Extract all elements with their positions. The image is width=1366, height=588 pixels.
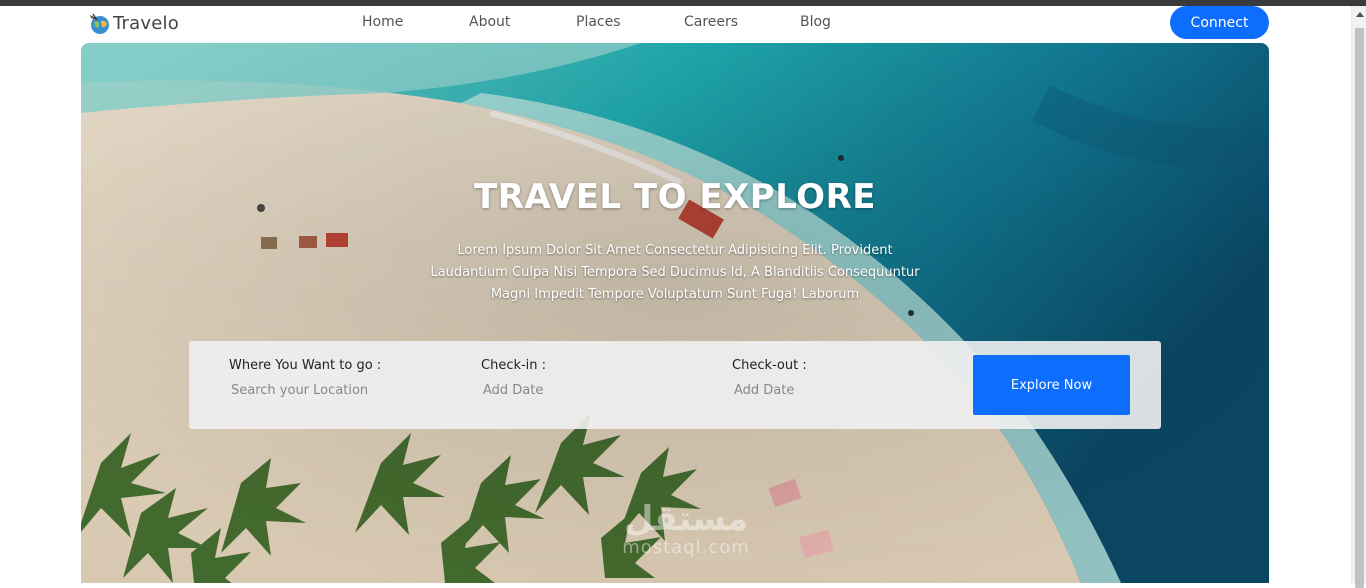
scroll-thumb[interactable] [1355,28,1364,588]
page-scrollbar[interactable] [1351,6,1366,588]
nav-places[interactable]: Places [576,14,621,30]
explore-now-button[interactable]: Explore Now [973,355,1130,415]
location-field: Where You Want to go : [229,358,429,401]
watermark-latin: mostaql.com [622,537,750,558]
scroll-up-arrow-icon[interactable] [1356,12,1364,17]
nav-careers[interactable]: Careers [684,14,738,30]
nav-home[interactable]: Home [362,14,403,30]
hero-description: Lorem Ipsum Dolor Sit Amet Consectetur A… [430,243,920,302]
checkout-field: Check-out : [732,358,932,401]
connect-button[interactable]: Connect [1170,6,1269,39]
checkout-input[interactable] [732,379,932,401]
search-panel: Where You Want to go : Check-in : Check-… [189,341,1161,429]
hero-title: TRAVEL TO EXPLORE [474,177,876,217]
checkout-label: Check-out : [732,358,807,373]
globe-plane-icon [88,11,112,35]
top-navbar: Travelo Home About Places Careers Blog C… [0,6,1351,42]
watermark-arabic: مستقل [623,499,749,539]
brand[interactable]: Travelo [88,11,179,35]
checkin-field: Check-in : [481,358,681,401]
watermark: مستقل mostaql.com [606,501,766,558]
hero-section: TRAVEL TO EXPLORE Lorem Ipsum Dolor Sit … [81,43,1269,583]
checkin-input[interactable] [481,379,681,401]
location-label: Where You Want to go : [229,358,382,373]
location-input[interactable] [229,379,429,401]
brand-name: Travelo [113,12,179,34]
nav-blog[interactable]: Blog [800,14,831,30]
nav-about[interactable]: About [469,14,510,30]
checkin-label: Check-in : [481,358,547,373]
